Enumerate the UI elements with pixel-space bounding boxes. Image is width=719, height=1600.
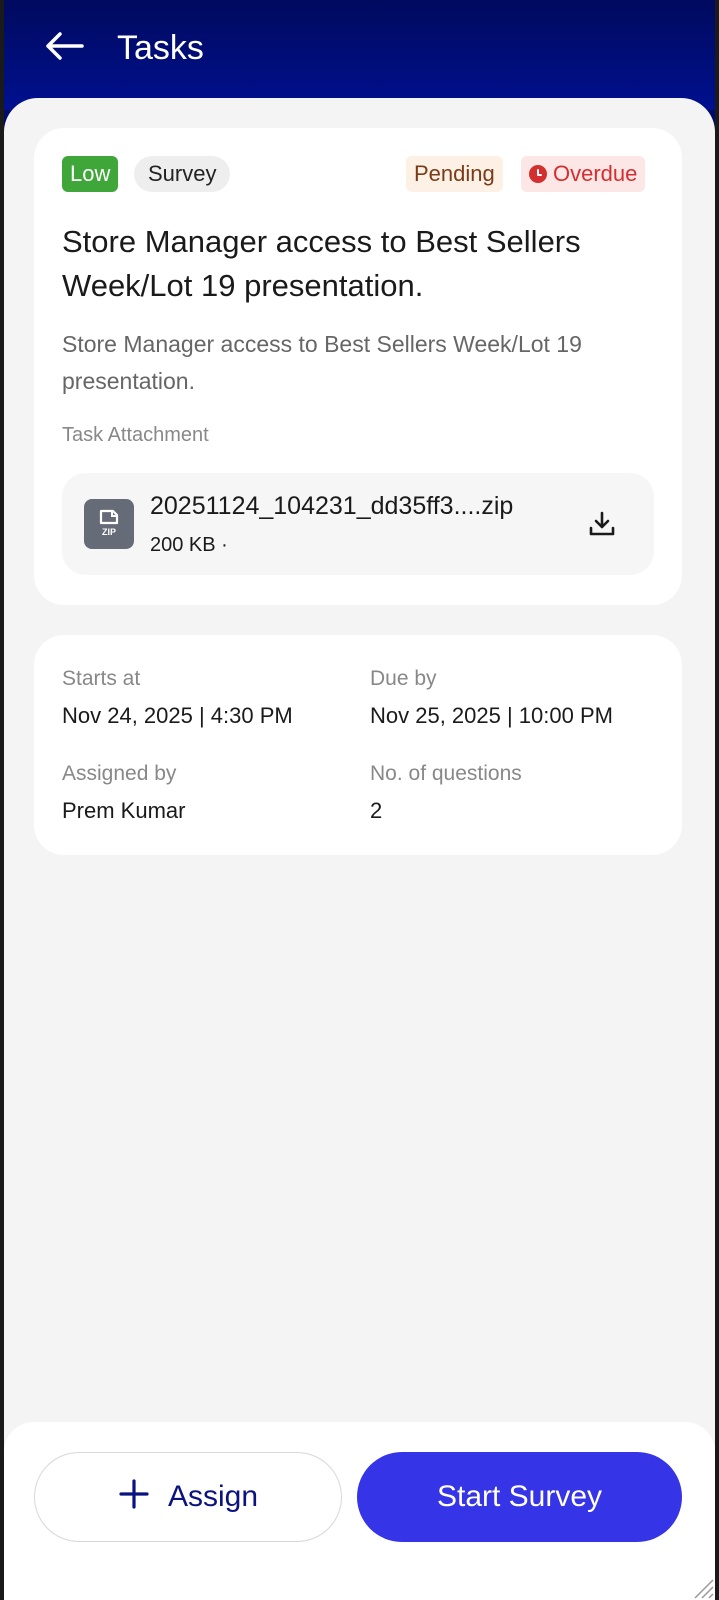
questions-count-label: No. of questions [370, 762, 522, 785]
starts-at-value: Nov 24, 2025 | 4:30 PM [62, 703, 293, 728]
starts-at-label: Starts at [62, 667, 141, 690]
bottom-action-bar: Assign Start Survey [4, 1422, 715, 1600]
assign-button-label: Assign [167, 1480, 259, 1513]
plus-icon [118, 1477, 150, 1517]
attachment-file-size: 200 KB · [150, 534, 228, 556]
status-badge: Pending [406, 156, 503, 192]
page-title: Tasks [117, 29, 204, 67]
due-by-label: Due by [370, 667, 437, 690]
task-title: Store Manager access to Best Sellers Wee… [62, 224, 581, 303]
questions-count-value: 2 [370, 798, 383, 823]
attachment-item[interactable]: ZIP 20251124_104231_dd35ff3....zip 200 K… [62, 473, 654, 575]
type-badge: Survey [134, 156, 231, 192]
top-app-bar: Tasks [4, 0, 715, 110]
download-button[interactable] [582, 506, 622, 542]
overdue-label: Overdue [553, 161, 638, 186]
priority-badge: Low [62, 156, 119, 192]
start-survey-button-label: Start Survey [436, 1480, 603, 1513]
resize-grip-icon[interactable] [689, 1574, 715, 1600]
task-card: Low Survey Pending Overdue Store Manager… [34, 128, 682, 605]
zip-file-icon: ZIP [84, 499, 134, 549]
download-icon [589, 511, 615, 536]
task-description: Store Manager access to Best Sellers Wee… [62, 331, 582, 394]
arrow-left-icon [46, 32, 84, 60]
attachment-label: Task Attachment [62, 424, 209, 446]
overdue-badge: Overdue [521, 156, 646, 192]
task-details-card: Starts at Nov 24, 2025 | 4:30 PM Due by … [34, 635, 682, 855]
svg-text:ZIP: ZIP [102, 527, 116, 537]
start-survey-button[interactable]: Start Survey [357, 1452, 682, 1542]
due-by-value: Nov 25, 2025 | 10:00 PM [370, 703, 613, 728]
clock-icon [529, 165, 547, 183]
assigned-by-value: Prem Kumar [62, 798, 186, 823]
app-frame: Tasks Low Survey Pending Overdue Store M… [4, 0, 715, 1600]
content-sheet: Low Survey Pending Overdue Store Manager… [4, 98, 715, 1600]
assign-button[interactable]: Assign [34, 1452, 342, 1542]
back-button[interactable] [40, 26, 88, 66]
assigned-by-label: Assigned by [62, 762, 177, 785]
attachment-file-name: 20251124_104231_dd35ff3....zip [150, 492, 514, 520]
